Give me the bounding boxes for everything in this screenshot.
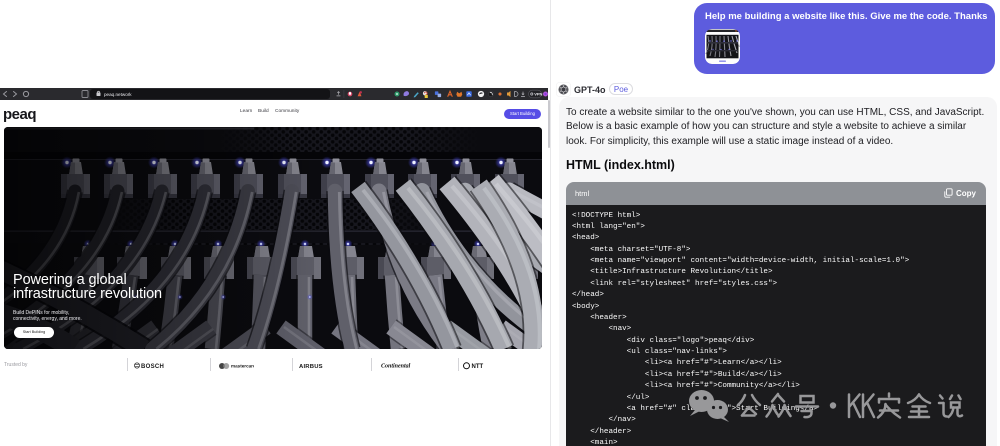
svg-text:Continental: Continental	[381, 364, 411, 370]
svg-text:mastercard: mastercard	[231, 363, 254, 368]
svg-text:AIRBUS: AIRBUS	[299, 364, 323, 369]
svg-text:peaq.network: peaq.network	[104, 92, 132, 97]
svg-text:BOSCH: BOSCH	[141, 364, 164, 369]
svg-text:VPN: VPN	[534, 92, 542, 97]
svg-text:NTT: NTT	[472, 364, 484, 370]
